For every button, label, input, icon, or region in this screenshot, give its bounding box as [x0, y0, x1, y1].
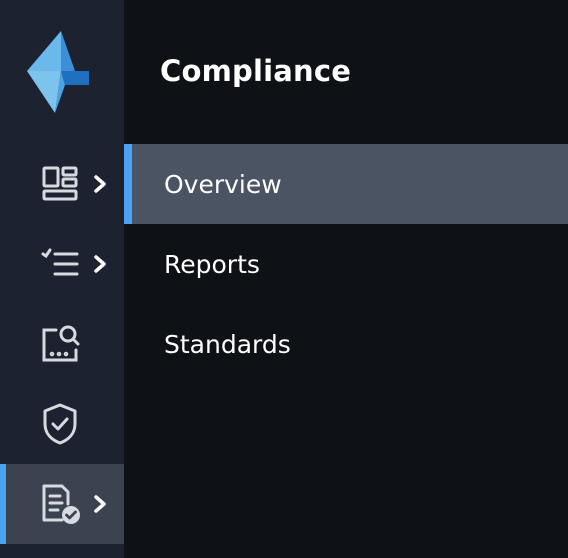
checklist-icon: [38, 242, 82, 286]
panel-title: Compliance: [160, 54, 352, 88]
submenu-item-reports[interactable]: Reports: [124, 224, 568, 304]
submenu-panel: Compliance Overview Reports Standards: [124, 0, 568, 558]
chevron-right-icon: [91, 252, 109, 276]
submenu-item-label: Overview: [164, 169, 282, 199]
submenu-item-label: Reports: [164, 249, 260, 279]
shield-check-icon: [38, 402, 82, 446]
rail-item-dashboard[interactable]: [0, 144, 124, 224]
submenu-item-label: Standards: [164, 329, 291, 359]
chevron-right-icon: [91, 172, 109, 196]
rail-item-compliance[interactable]: [0, 464, 124, 544]
rail-item-security[interactable]: [0, 384, 124, 464]
compliance-document-icon: [38, 482, 82, 526]
submenu-item-standards[interactable]: Standards: [124, 304, 568, 384]
rail-item-inspect[interactable]: [0, 304, 124, 384]
chevron-right-icon: [91, 492, 109, 516]
app-shell: Compliance Overview Reports Standards: [0, 0, 568, 558]
submenu-item-overview[interactable]: Overview: [124, 144, 568, 224]
dashboard-layout-icon: [38, 162, 82, 206]
rail-item-checklist[interactable]: [0, 224, 124, 304]
inspect-search-icon: [38, 322, 82, 366]
icon-rail: [0, 0, 124, 558]
brand-logo-icon[interactable]: [27, 31, 89, 113]
